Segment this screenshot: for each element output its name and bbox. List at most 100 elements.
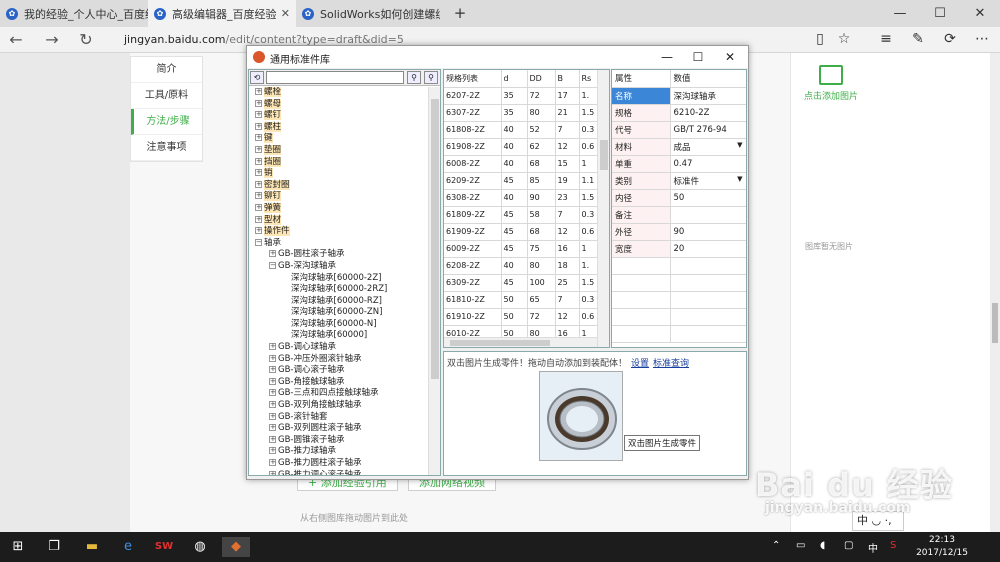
spec-row[interactable]: 61910-2Z 50 72 12 0.6 [444, 308, 598, 326]
refresh-tree-icon[interactable]: ⟲ [250, 71, 264, 84]
menu-intro[interactable]: 简介 [131, 57, 202, 83]
tree-node[interactable]: + 垫圈 [249, 144, 427, 157]
taskbar-ime[interactable]: 中 [868, 540, 878, 555]
menu-notes[interactable]: 注意事项 [131, 135, 202, 161]
expand-icon[interactable]: + [255, 203, 262, 211]
tree-node[interactable]: + 螺栓 [249, 87, 427, 99]
expand-icon[interactable]: + [255, 134, 262, 142]
spec-scroll-thumb[interactable] [600, 140, 608, 170]
property-row[interactable] [612, 325, 746, 343]
tab-advanced-editor[interactable]: ✿ 高级编辑器_百度经验 ✕ [148, 0, 296, 27]
parts-library-app-icon[interactable]: ◆ [222, 537, 250, 557]
menu-tools[interactable]: 工具/原料 [131, 83, 202, 109]
collapse-icon[interactable]: − [269, 261, 276, 269]
edge-browser-icon[interactable]: e [114, 537, 142, 557]
expand-icon[interactable]: + [255, 157, 262, 165]
more-icon[interactable]: ⋯ [972, 31, 992, 47]
spec-row[interactable]: 6207-2Z 35 72 17 1. [444, 87, 598, 105]
reading-view-icon[interactable]: ▯ [810, 31, 830, 47]
expand-icon[interactable]: + [255, 169, 262, 177]
tree-node[interactable]: 深沟球轴承[60000-ZN] [249, 307, 427, 319]
file-explorer-icon[interactable]: ▬ [78, 537, 106, 557]
tree-node[interactable]: + GB-调心滚子轴承 [249, 365, 427, 377]
tree-node[interactable]: + 螺柱 [249, 121, 427, 134]
expand-icon[interactable]: + [269, 343, 276, 351]
app-icon[interactable]: ◍ [186, 537, 214, 557]
tree-scrollbar[interactable] [428, 87, 440, 475]
tree-node[interactable]: + GB-冲压外圈滚针轴承 [249, 354, 427, 366]
spec-row[interactable]: 61908-2Z 40 62 12 0.6 [444, 138, 598, 156]
spec-row[interactable]: 6009-2Z 45 75 16 1 [444, 240, 598, 258]
back-icon[interactable]: ← [6, 30, 26, 49]
tree-node[interactable]: + 操作件 [249, 226, 427, 238]
task-view-icon[interactable]: ❐ [40, 537, 68, 557]
property-row[interactable]: 外径 90 [612, 223, 746, 241]
bearing-preview-image[interactable] [539, 371, 623, 461]
tree-node[interactable]: + 铆钉 [249, 191, 427, 203]
property-row[interactable] [612, 257, 746, 275]
property-row[interactable] [612, 291, 746, 309]
expand-icon[interactable]: + [255, 215, 262, 223]
tree-node[interactable]: + 挡圈 [249, 156, 427, 169]
volume-icon[interactable]: ◖ [820, 540, 825, 551]
network-icon[interactable]: ▭ [796, 540, 805, 551]
property-value[interactable]: 成品 ▼ [670, 138, 746, 156]
expand-icon[interactable]: + [269, 250, 276, 258]
dialog-titlebar[interactable]: 通用标准件库 — ☐ ✕ [247, 46, 748, 68]
dropdown-arrow-icon[interactable]: ▼ [737, 175, 742, 183]
tree-node[interactable]: + GB-调心球轴承 [249, 342, 427, 354]
tree-node[interactable]: 深沟球轴承[60000-RZ] [249, 296, 427, 308]
standard-query-link[interactable]: 标准查询 [653, 359, 689, 369]
dialog-minimize-button[interactable]: — [652, 48, 682, 66]
spec-hscrollbar[interactable] [444, 337, 597, 347]
close-tab-icon[interactable]: ✕ [281, 7, 290, 20]
expand-icon[interactable]: + [269, 412, 276, 420]
property-value[interactable] [670, 257, 746, 275]
web-note-icon[interactable]: ✎ [908, 31, 928, 47]
property-value[interactable]: 深沟球轴承 [670, 87, 746, 105]
property-row[interactable]: 内径 50 [612, 189, 746, 207]
property-value[interactable] [670, 291, 746, 309]
search-next-icon[interactable]: ⚲ [424, 71, 438, 84]
spec-column-header[interactable]: d [501, 70, 528, 88]
tree-node[interactable]: + GB-圆锥滚子轴承 [249, 435, 427, 447]
property-value[interactable]: 90 [670, 223, 746, 241]
tree-node[interactable]: + GB-推力圆柱滚子轴承 [249, 458, 427, 470]
tree-node[interactable]: + 型材 [249, 214, 427, 227]
spec-row[interactable]: 6308-2Z 40 90 23 1.5 [444, 189, 598, 207]
expand-icon[interactable]: + [269, 389, 276, 397]
page-scrollbar[interactable] [990, 53, 1000, 532]
spec-row[interactable]: 6307-2Z 35 80 21 1.5 [444, 104, 598, 122]
property-value[interactable]: 0.47 [670, 155, 746, 173]
maximize-button[interactable]: ☐ [920, 0, 960, 27]
spec-row[interactable]: 61909-2Z 45 68 12 0.6 [444, 223, 598, 241]
property-row[interactable]: 宽度 20 [612, 240, 746, 258]
property-row[interactable]: 类别 标准件 ▼ [612, 172, 746, 190]
expand-icon[interactable]: + [269, 377, 276, 385]
tree-node[interactable]: + GB-圆柱滚子轴承 [249, 249, 427, 261]
spec-column-header[interactable]: B [555, 70, 580, 88]
spec-scrollbar[interactable] [597, 70, 609, 347]
tree-node[interactable]: + GB-推力球轴承 [249, 446, 427, 458]
property-value[interactable]: 50 [670, 189, 746, 207]
tab-my-experience[interactable]: ✿ 我的经验_个人中心_百度经验 [0, 0, 148, 27]
tree-node[interactable]: + GB-滚针轴套 [249, 412, 427, 424]
tree-node[interactable]: − 轴承 [249, 238, 427, 250]
scroll-thumb[interactable] [992, 303, 998, 343]
spec-row[interactable]: 6008-2Z 40 68 15 1 [444, 155, 598, 173]
search-icon[interactable]: ⚲ [407, 71, 421, 84]
expand-icon[interactable]: + [269, 435, 276, 443]
spec-row[interactable]: 6208-2Z 40 80 18 1. [444, 257, 598, 275]
forward-icon[interactable]: → [42, 30, 62, 49]
new-tab-button[interactable]: + [440, 0, 480, 27]
tree-search-input[interactable] [266, 71, 404, 84]
share-icon[interactable]: ⟳ [940, 31, 960, 47]
spec-hscroll-thumb[interactable] [450, 340, 550, 346]
tree-node[interactable]: + GB-双列圆柱滚子轴承 [249, 423, 427, 435]
expand-icon[interactable]: + [255, 192, 262, 200]
property-value[interactable]: 6210-2Z [670, 104, 746, 122]
solidworks-icon[interactable]: SW [150, 537, 178, 557]
property-value[interactable] [670, 325, 746, 343]
tree-node[interactable]: 深沟球轴承[60000] [249, 330, 427, 342]
spec-column-header[interactable]: DD [527, 70, 556, 88]
